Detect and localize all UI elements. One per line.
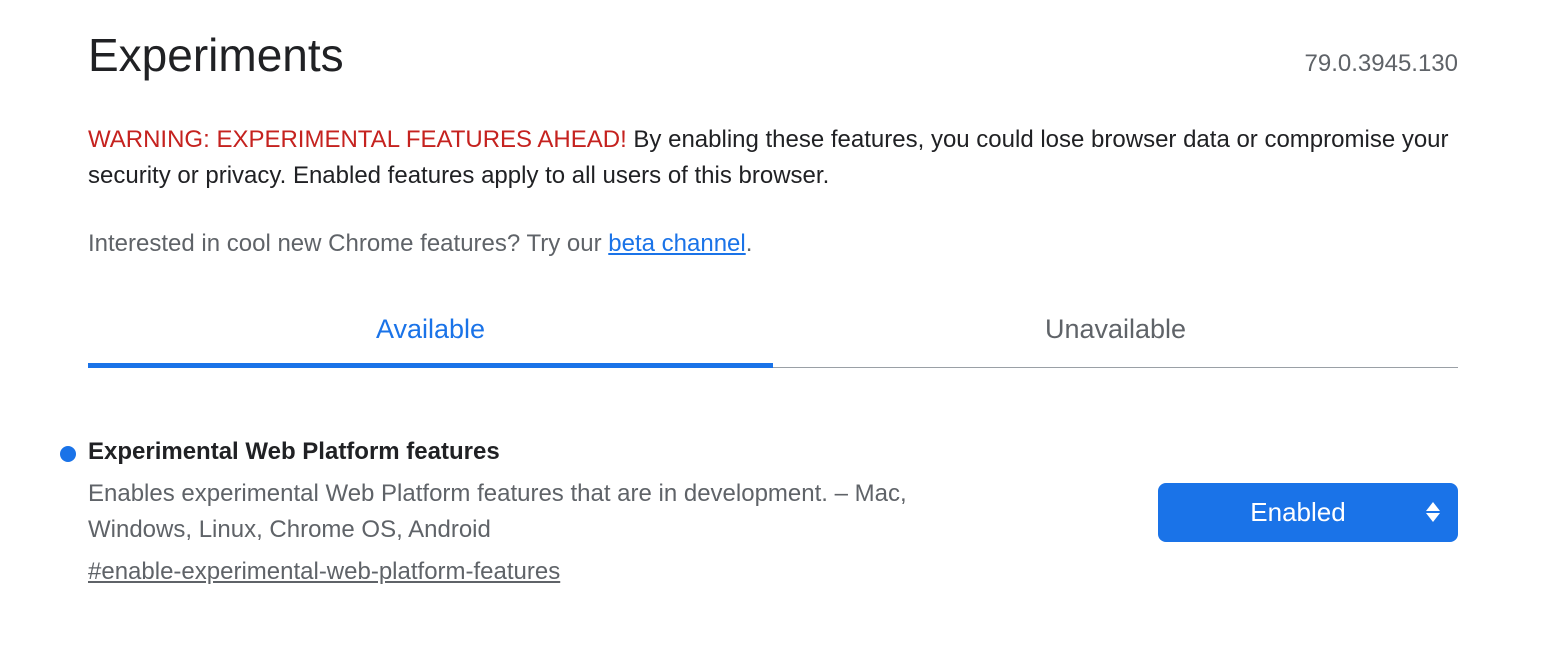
beta-suffix: . [746, 230, 753, 257]
flag-state-value: Enabled [1250, 497, 1345, 527]
beta-prefix: Interested in cool new Chrome features? … [88, 230, 608, 257]
flag-hash-link[interactable]: #enable-experimental-web-platform-featur… [88, 558, 560, 586]
warning-block: WARNING: EXPERIMENTAL FEATURES AHEAD! By… [88, 122, 1458, 194]
tab-unavailable[interactable]: Unavailable [773, 314, 1458, 368]
tabs: Available Unavailable [88, 314, 1458, 368]
warning-label: WARNING: EXPERIMENTAL FEATURES AHEAD! [88, 126, 627, 153]
status-dot-icon [60, 446, 76, 462]
header-row: Experiments 79.0.3945.130 [88, 28, 1458, 82]
flag-description: Enables experimental Web Platform featur… [88, 476, 968, 548]
tab-available[interactable]: Available [88, 314, 773, 368]
updown-arrows-icon [1426, 502, 1440, 522]
flag-info: Experimental Web Platform features Enabl… [88, 438, 1158, 586]
beta-block: Interested in cool new Chrome features? … [88, 230, 1458, 258]
experiments-page: Experiments 79.0.3945.130 WARNING: EXPER… [0, 0, 1546, 626]
beta-channel-link[interactable]: beta channel [608, 230, 745, 257]
page-title: Experiments [88, 28, 344, 82]
version-label: 79.0.3945.130 [1305, 50, 1458, 78]
flag-title: Experimental Web Platform features [88, 438, 1118, 466]
flag-row: Experimental Web Platform features Enabl… [88, 438, 1458, 586]
flag-state-select[interactable]: Enabled [1158, 483, 1458, 542]
